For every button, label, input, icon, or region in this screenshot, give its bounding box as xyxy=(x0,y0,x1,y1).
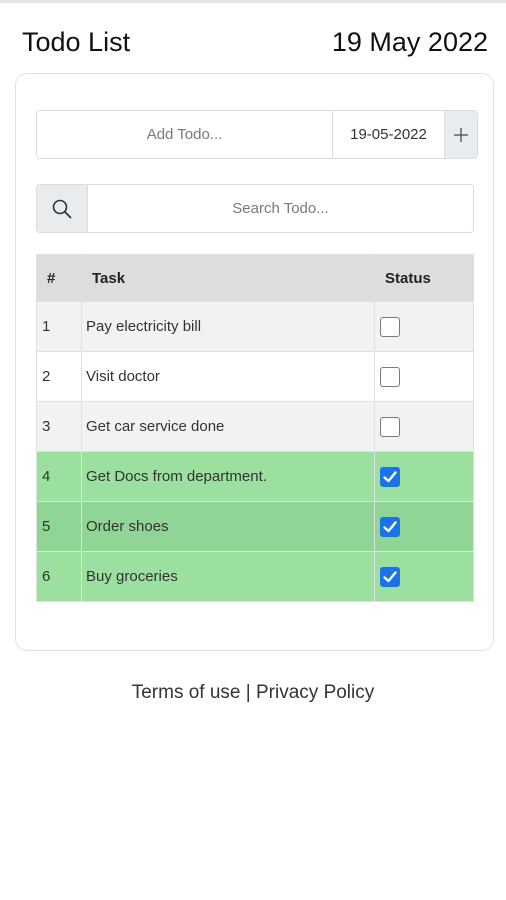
table-row-done: 6 Buy groceries xyxy=(36,551,474,602)
row-task: Visit doctor xyxy=(81,351,375,402)
row-number: 5 xyxy=(36,501,82,552)
row-number: 1 xyxy=(36,301,82,352)
table-row-done: 4 Get Docs from department. xyxy=(36,451,474,502)
row-number: 3 xyxy=(36,401,82,452)
row-number: 2 xyxy=(36,351,82,402)
row-number: 4 xyxy=(36,451,82,502)
table-row: 3 Get car service done xyxy=(36,401,474,452)
add-todo-button[interactable] xyxy=(444,111,477,158)
status-checkbox[interactable] xyxy=(380,316,400,337)
row-task: Pay electricity bill xyxy=(81,301,375,352)
search-button[interactable] xyxy=(37,185,88,232)
table-row: 2 Visit doctor xyxy=(36,351,474,402)
table-row-done: 5 Order shoes xyxy=(36,501,474,552)
todo-table: # Task Status 1 Pay electricity bill 2 V… xyxy=(36,254,474,602)
search-icon xyxy=(52,199,72,218)
column-header-task: Task xyxy=(81,254,375,302)
column-header-status: Status xyxy=(374,254,474,302)
page-title: Todo List xyxy=(22,26,131,57)
footer: Terms of use | Privacy Policy xyxy=(0,682,506,704)
status-checkbox[interactable] xyxy=(380,366,400,387)
status-checkbox[interactable] xyxy=(380,416,400,437)
footer-separator: | xyxy=(240,682,256,703)
top-divider xyxy=(0,0,506,3)
column-header-number: # xyxy=(36,254,82,302)
search-group xyxy=(36,184,474,233)
add-todo-input[interactable] xyxy=(37,111,332,158)
row-task: Buy groceries xyxy=(81,551,375,602)
table-header-row: # Task Status xyxy=(36,254,474,302)
search-input[interactable] xyxy=(88,185,473,232)
row-task: Order shoes xyxy=(81,501,375,552)
current-date: 19 May 2022 xyxy=(331,26,488,57)
terms-link[interactable]: Terms of use xyxy=(132,682,241,703)
privacy-link[interactable]: Privacy Policy xyxy=(256,682,374,703)
check-icon xyxy=(383,520,397,532)
check-icon xyxy=(383,470,397,482)
row-task: Get Docs from department. xyxy=(81,451,375,502)
todo-card: # Task Status 1 Pay electricity bill 2 V… xyxy=(15,73,494,651)
status-checkbox-checked[interactable] xyxy=(380,516,400,537)
todo-date-field[interactable] xyxy=(332,111,444,158)
app-header: Todo List 19 May 2022 xyxy=(22,24,488,60)
table-row: 1 Pay electricity bill xyxy=(36,301,474,352)
row-task: Get car service done xyxy=(81,401,375,452)
row-number: 6 xyxy=(36,551,82,602)
plus-icon xyxy=(454,127,468,142)
status-checkbox-checked[interactable] xyxy=(380,466,400,487)
check-icon xyxy=(383,570,397,582)
status-checkbox-checked[interactable] xyxy=(380,566,400,587)
add-todo-group xyxy=(36,110,478,159)
